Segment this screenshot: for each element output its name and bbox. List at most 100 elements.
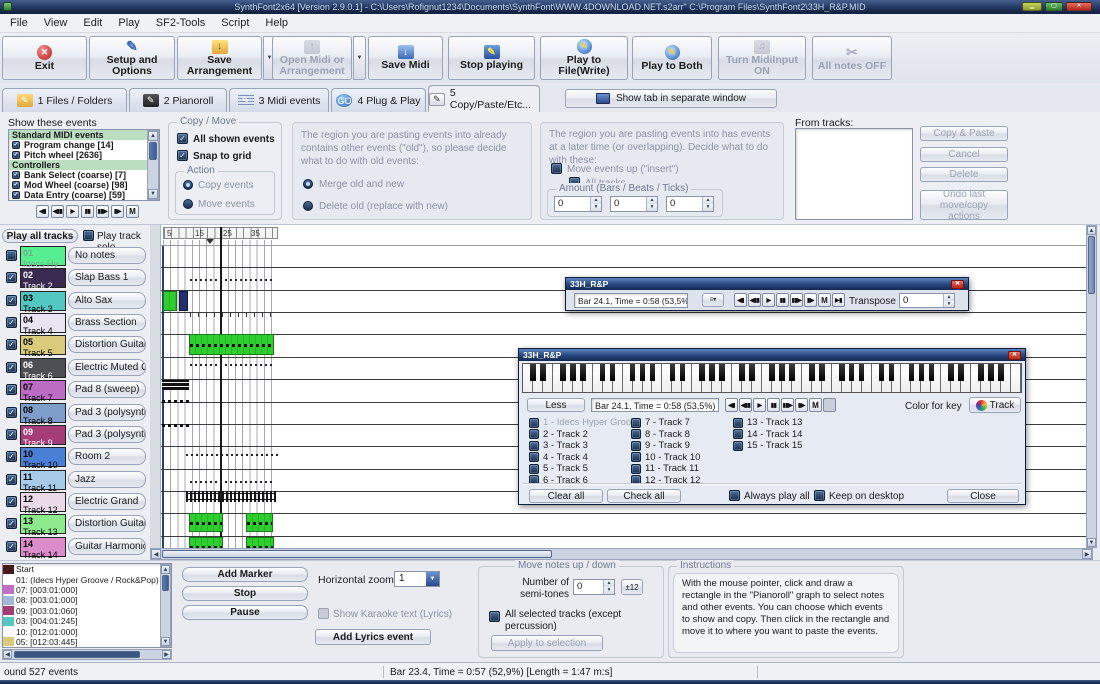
black-key[interactable] xyxy=(739,364,745,381)
player-close-icon[interactable]: ✕ xyxy=(951,280,964,289)
event-list-item[interactable]: Mod Wheel (coarse) [98] xyxy=(9,180,159,190)
close-keyboard-button[interactable]: Close xyxy=(947,489,1019,503)
menu-file[interactable]: File xyxy=(2,14,36,32)
black-key[interactable] xyxy=(978,364,984,381)
track-instrument-button[interactable]: Alto Sax xyxy=(68,292,146,309)
black-key[interactable] xyxy=(819,364,825,381)
black-key[interactable] xyxy=(839,364,845,381)
pianoroll-vscrollbar[interactable]: ▲ ▼ xyxy=(1086,225,1097,548)
track-color-block[interactable]: 07Track 7 xyxy=(20,380,66,400)
keep-on-desktop-checkbox[interactable] xyxy=(814,490,825,501)
menu-help[interactable]: Help xyxy=(257,14,296,32)
playlist-item[interactable]: 05: [012:03:445] xyxy=(3,637,171,647)
track-color-block[interactable]: 10Track 10 xyxy=(20,447,66,467)
track-color-block[interactable]: 14Track 14 xyxy=(20,537,66,557)
prev-bar-button[interactable]: ◀▮ xyxy=(734,293,747,307)
pause-button[interactable]: ▮▮ xyxy=(767,398,780,412)
event-checkbox[interactable] xyxy=(12,141,20,149)
keyboard-track-checkbox[interactable] xyxy=(529,452,539,462)
track-enable-checkbox[interactable] xyxy=(6,339,17,350)
track-color-block[interactable]: 08Track 8 xyxy=(20,403,66,423)
maximize-button[interactable]: ▢ xyxy=(1045,2,1063,11)
next-bar-button[interactable]: ▮▶ xyxy=(111,205,124,218)
play-button[interactable]: ▶ xyxy=(762,293,775,307)
playlist-item[interactable]: 09: [003:01:060] xyxy=(3,606,171,616)
track-enable-checkbox[interactable] xyxy=(6,407,17,418)
karaoke-checkbox[interactable] xyxy=(318,608,329,619)
turn-midiinput-on-button[interactable]: ♫Turn MidiInput ON xyxy=(718,36,806,80)
track-color-block[interactable]: 02Track 2 xyxy=(20,268,66,288)
black-key[interactable] xyxy=(610,364,616,381)
player-window[interactable]: 33H_R&P ✕ Bar 24.1, Time = 0:58 (53,5%) … xyxy=(565,277,969,311)
prev-bar-button[interactable]: ◀▮ xyxy=(725,398,738,412)
track-color-button[interactable]: Track xyxy=(969,397,1021,413)
white-key[interactable] xyxy=(1011,364,1021,392)
keyboard-track-checkbox[interactable] xyxy=(631,452,641,462)
black-key[interactable] xyxy=(948,364,954,381)
keyboard-close-icon[interactable]: ✕ xyxy=(1008,351,1021,360)
keyboard-track-checkbox[interactable] xyxy=(529,429,539,439)
event-list-item[interactable]: Bank Select (coarse) [7] xyxy=(9,170,159,180)
save-arrangement-button[interactable]: ↓Save Arrangement xyxy=(177,36,262,80)
black-key[interactable] xyxy=(560,364,566,381)
track-color-block[interactable]: 05Track 5 xyxy=(20,335,66,355)
track-enable-checkbox[interactable] xyxy=(6,429,17,440)
keyboard-track-checkbox[interactable] xyxy=(733,418,743,428)
play-button[interactable]: ▶ xyxy=(753,398,766,412)
all-notes-off-button[interactable]: ✂All notes OFF xyxy=(812,36,892,80)
playlist-item[interactable]: Start xyxy=(3,564,171,574)
event-list-item[interactable]: Data Entry (coarse) [59] xyxy=(9,190,159,200)
black-key[interactable] xyxy=(600,364,606,381)
rewind-button[interactable]: ◀▮▮ xyxy=(51,205,64,218)
black-key[interactable] xyxy=(769,364,775,381)
track-enable-checkbox[interactable] xyxy=(6,541,17,552)
marker-button[interactable]: M xyxy=(126,205,139,218)
delete-old-radio[interactable] xyxy=(303,201,313,211)
prev-bar-button[interactable]: ◀▮ xyxy=(36,205,49,218)
fast-forward-button[interactable]: ▮▮▶ xyxy=(781,398,794,412)
keyboard-track-checkbox[interactable] xyxy=(529,418,539,428)
amount-spinner-1[interactable]: 0▲▼ xyxy=(610,196,658,212)
track-color-block[interactable]: 03Track 3 xyxy=(20,291,66,311)
play-to-both-button[interactable]: ✎Play to Both xyxy=(632,36,712,80)
track-instrument-button[interactable]: Distortion Guitar xyxy=(68,336,146,353)
keyboard-track-checkbox[interactable] xyxy=(631,418,641,428)
black-key[interactable] xyxy=(640,364,646,381)
zoom-dropdown-icon[interactable]: ▼ xyxy=(426,572,439,586)
play-to-file-write-button[interactable]: ✎Play to File(Write) xyxy=(540,36,628,80)
rewind-button[interactable]: ◀▮▮ xyxy=(739,398,752,412)
black-key[interactable] xyxy=(540,364,546,381)
black-key[interactable] xyxy=(570,364,576,381)
black-key[interactable] xyxy=(859,364,865,381)
playlist-vscrollbar[interactable]: ▲ ▼ xyxy=(160,564,171,647)
horizontal-zoom-combo[interactable]: 1 ▼ xyxy=(394,571,440,587)
to-end-button[interactable]: ▶▮ xyxy=(832,293,845,307)
fast-forward-button[interactable]: ▮▮▶ xyxy=(96,205,109,218)
track-color-block[interactable]: 04Track 4 xyxy=(20,313,66,333)
track-color-block[interactable]: 13Track 13 xyxy=(20,514,66,534)
black-key[interactable] xyxy=(650,364,656,381)
playlist-item[interactable]: 01: (Idecs Hyper Groove / Rock&Pop) [00 xyxy=(3,574,171,584)
copy-events-radio[interactable] xyxy=(183,180,193,190)
check-all-button[interactable]: Check all xyxy=(607,489,681,503)
move-events-up-checkbox[interactable] xyxy=(551,163,562,174)
black-key[interactable] xyxy=(709,364,715,381)
less-button[interactable]: Less xyxy=(527,398,585,412)
stop-button[interactable]: Stop xyxy=(182,586,308,601)
event-checkbox[interactable] xyxy=(12,171,20,179)
close-button[interactable]: ✕ xyxy=(1066,2,1092,11)
semitones-spinner[interactable]: 0▲▼ xyxy=(573,579,615,595)
piano-keyboard[interactable] xyxy=(522,363,1022,393)
show-tab-separate-window-button[interactable]: Show tab in separate window xyxy=(565,89,777,108)
tab-3-midi-events[interactable]: ✎3 Midi events xyxy=(229,88,329,112)
event-checkbox[interactable] xyxy=(12,181,20,189)
exit-button[interactable]: ✕Exit xyxy=(2,36,87,80)
marker-playlist[interactable]: Start01: (Idecs Hyper Groove / Rock&Pop)… xyxy=(2,563,172,648)
track-instrument-button[interactable]: Brass Section xyxy=(68,314,146,331)
track-enable-checkbox[interactable] xyxy=(6,384,17,395)
track-instrument-button[interactable]: Jazz xyxy=(68,471,146,488)
track-instrument-button[interactable]: Electric Grand xyxy=(68,493,146,510)
track-enable-checkbox[interactable] xyxy=(6,474,17,485)
marker-button[interactable]: M xyxy=(818,293,831,307)
track-enable-checkbox[interactable] xyxy=(6,496,17,507)
